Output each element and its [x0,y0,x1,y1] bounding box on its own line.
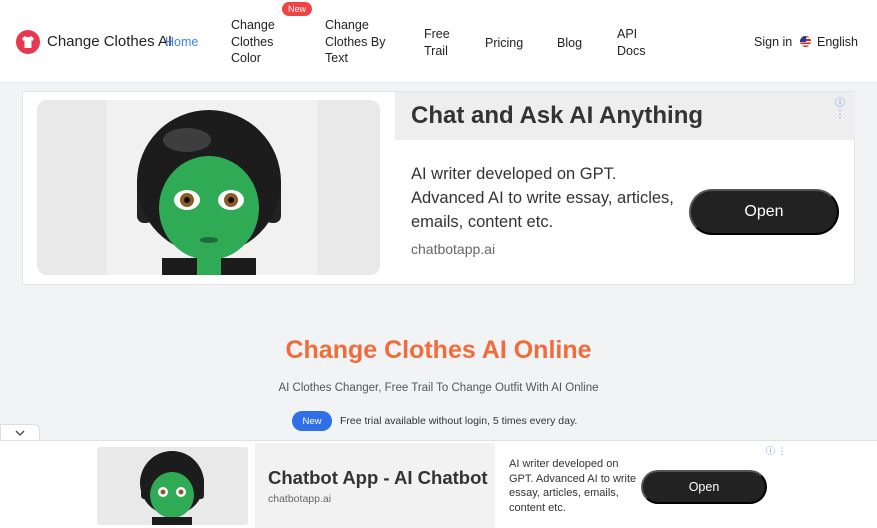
nav-pricing[interactable]: Pricing [485,35,523,52]
new-badge: New [282,2,313,16]
nav-label-line: Color [231,51,261,65]
ad-info-icon[interactable]: ⓘ ⋮ [835,94,854,120]
bottom-advertisement[interactable]: Chatbot App - AI Chatbot chatbotapp.ai A… [90,443,787,528]
nav-label-line: Change [231,18,275,32]
nav-label-line: Docs [617,43,646,58]
nav-label-line: Change [325,18,369,32]
nav-label-line: Clothes [231,34,274,49]
nav-label-line: Clothes By [325,34,386,49]
new-pill-badge: New [292,411,332,431]
tshirt-logo-icon[interactable] [16,30,40,54]
bottom-ad-robot-image[interactable] [97,447,248,525]
language-selector[interactable]: English [817,35,858,49]
ad-collapse-toggle[interactable] [0,424,40,441]
nav-api-docs[interactable]: API Docs [617,26,645,59]
nav-change-clothes-by-text[interactable]: Change Clothes By Text [325,17,385,67]
sign-in-link[interactable]: Sign in [754,35,792,49]
us-flag-icon [800,36,811,47]
bottom-ad-title[interactable]: Chatbot App - AI Chatbot [268,467,488,489]
site-header: Change Clothes AI Home Change Clothes Co… [0,0,877,83]
top-advertisement[interactable]: Chat and Ask AI Anything AI writer devel… [22,91,855,285]
free-trial-note: Free trial available without login, 5 ti… [340,415,578,427]
bottom-ad-domain[interactable]: chatbotapp.ai [268,493,331,505]
nav-blog[interactable]: Blog [557,35,582,52]
nav-label-line: Trail [424,43,448,58]
ad-title[interactable]: Chat and Ask AI Anything [411,102,703,130]
chevron-down-icon [15,430,25,436]
bottom-ad-info-icon[interactable]: ⓘ ⋮ [766,444,787,457]
ad-robot-image[interactable] [37,100,380,275]
bottom-ad-description: AI writer developed on GPT. Advanced AI … [509,458,637,514]
nav-free-trail[interactable]: Free Trail [424,26,450,59]
nav-label-line: Free [424,27,450,41]
nav-label-line: Text [325,51,348,65]
site-logo-text[interactable]: Change Clothes AI [47,33,172,50]
ad-description: AI writer developed on GPT. Advanced AI … [411,165,674,231]
ad-open-button[interactable]: Open [689,189,839,235]
bottom-ad-open-button[interactable]: Open [641,470,767,504]
hero-subtitle: AI Clothes Changer, Free Trail To Change… [278,382,599,394]
ad-domain[interactable]: chatbotapp.ai [411,241,495,257]
nav-change-clothes-color[interactable]: Change Clothes Color [231,17,275,67]
nav-home[interactable]: Home [165,35,198,49]
nav-label-line: API [617,27,638,41]
hero-title: Change Clothes AI Online [285,336,592,364]
